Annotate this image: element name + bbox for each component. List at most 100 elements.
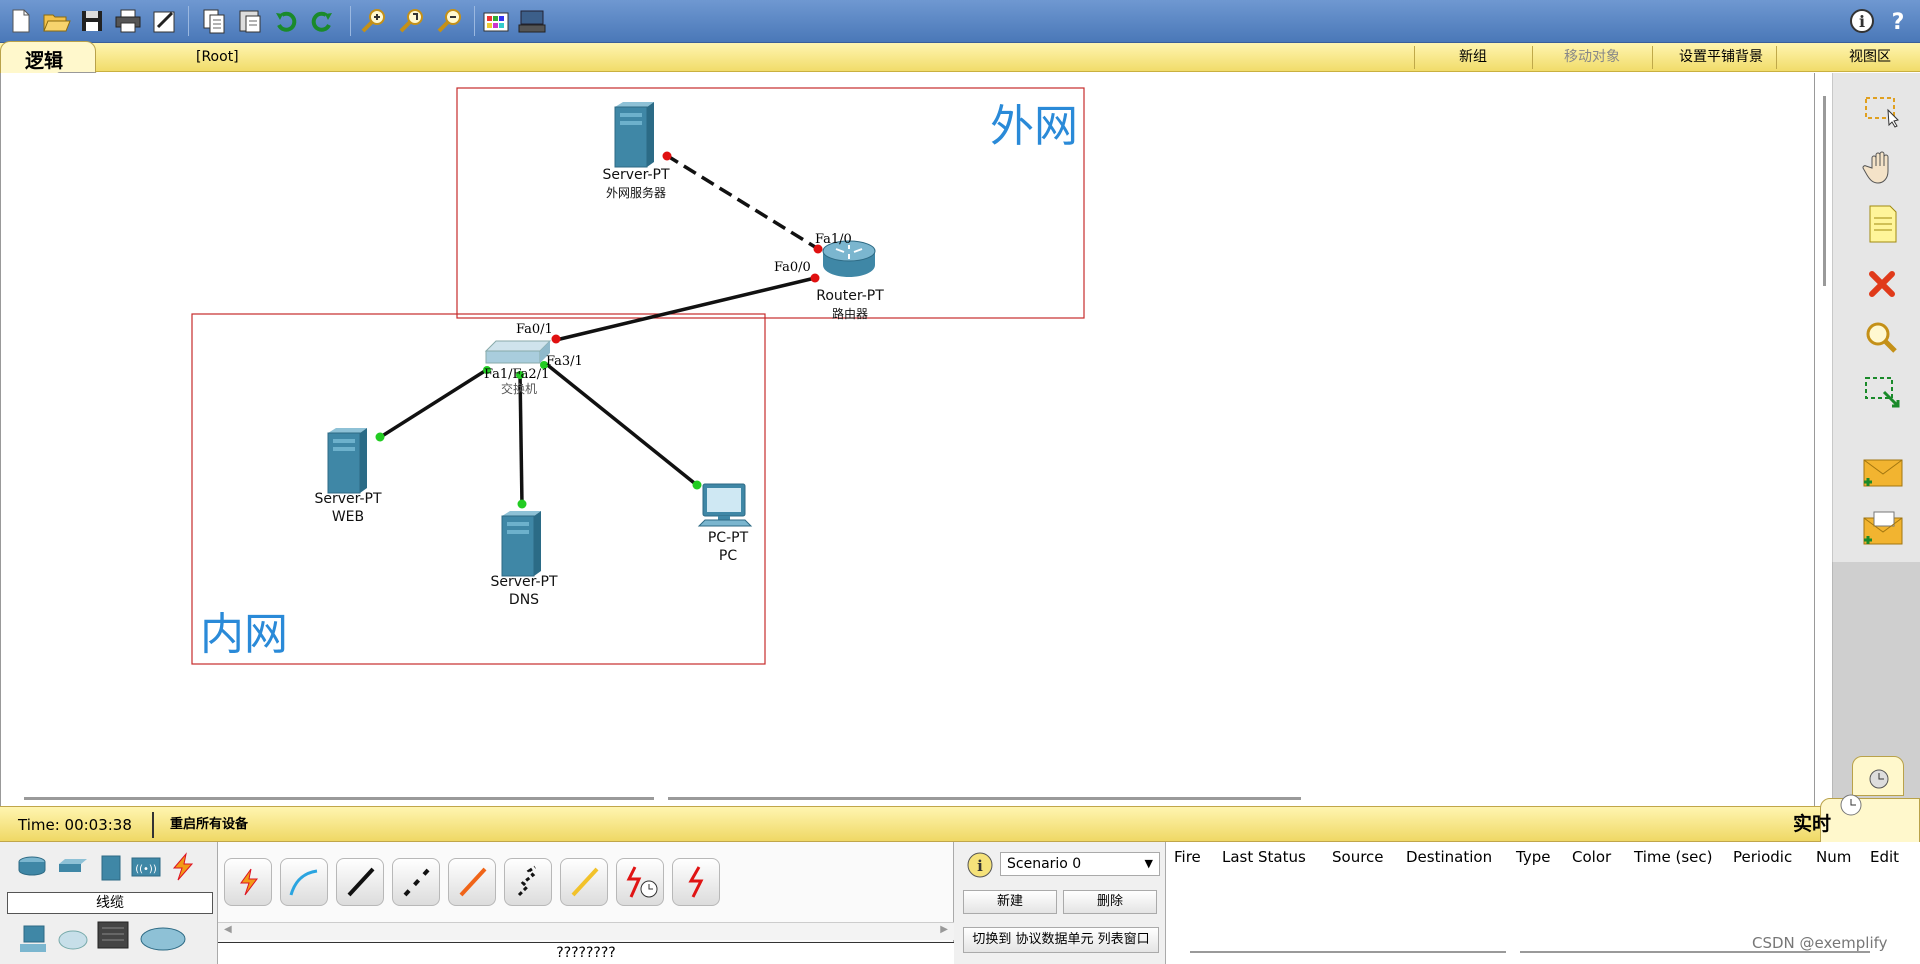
save-icon[interactable] bbox=[76, 5, 108, 37]
console-cable-icon[interactable] bbox=[280, 858, 328, 906]
print-icon[interactable] bbox=[112, 5, 144, 37]
note-icon[interactable] bbox=[1858, 202, 1906, 246]
connection-category-icon[interactable] bbox=[166, 852, 200, 882]
server-outer-type: Server-PT bbox=[602, 167, 670, 183]
pdu-scrollbar[interactable] bbox=[1190, 951, 1506, 953]
zone-inner-label: 内网 bbox=[200, 609, 288, 660]
pdu-col-num: Num bbox=[1816, 848, 1852, 866]
crossover-cable-icon[interactable] bbox=[392, 858, 440, 906]
realtime-tab[interactable] bbox=[1820, 794, 1920, 844]
multiuser-icon[interactable] bbox=[138, 922, 188, 956]
logical-tab-label: 逻辑 bbox=[25, 50, 64, 72]
svg-text:?: ? bbox=[1892, 10, 1905, 35]
router-name: 路由器 bbox=[831, 307, 868, 321]
wireless-category-icon[interactable]: ((•)) bbox=[128, 852, 164, 882]
switch-name: 交换机 bbox=[500, 382, 537, 396]
straight-cable-icon[interactable] bbox=[336, 858, 384, 906]
pdu-col-periodic: Periodic bbox=[1733, 848, 1793, 866]
wizard-icon[interactable] bbox=[148, 5, 180, 37]
link-light bbox=[517, 499, 527, 509]
zoom-in-icon[interactable] bbox=[358, 5, 390, 37]
server-web-type: Server-PT bbox=[314, 491, 382, 507]
link-light bbox=[662, 151, 672, 161]
auto-cable-icon[interactable] bbox=[224, 858, 272, 906]
custom-device-category-icon[interactable] bbox=[94, 918, 134, 958]
time-display: Time: 00:03:38 bbox=[18, 816, 132, 834]
pc-type: PC-PT bbox=[707, 530, 749, 546]
simple-pdu-icon[interactable] bbox=[1858, 452, 1906, 496]
coaxial-cable-icon[interactable] bbox=[560, 858, 608, 906]
chevron-down-icon: ▼ bbox=[1144, 857, 1153, 870]
end-device-icon[interactable] bbox=[16, 922, 50, 956]
pdu-col-fire: Fire bbox=[1174, 848, 1201, 866]
delete-icon[interactable] bbox=[1858, 262, 1906, 306]
server-web-name: WEB bbox=[331, 509, 365, 525]
port-label-fa00: Fa0/0 bbox=[774, 260, 811, 275]
hub-category-icon[interactable] bbox=[94, 852, 126, 882]
move-object-button[interactable]: 移动对象 bbox=[1552, 43, 1632, 72]
serial-dte-icon[interactable] bbox=[672, 858, 720, 906]
switch-category-icon[interactable] bbox=[56, 852, 88, 882]
vertical-scrollbar[interactable] bbox=[1823, 96, 1826, 286]
link-light bbox=[375, 432, 385, 442]
custom-device-icon[interactable] bbox=[516, 5, 548, 37]
copy-icon[interactable] bbox=[198, 5, 230, 37]
new-scenario-button[interactable]: 新建 bbox=[963, 890, 1057, 914]
undo-icon[interactable] bbox=[270, 5, 302, 37]
server-dns-type: Server-PT bbox=[490, 574, 558, 590]
hand-icon[interactable] bbox=[1858, 146, 1906, 190]
scenario-select[interactable]: Scenario 0 ▼ bbox=[1000, 852, 1160, 876]
fiber-cable-icon[interactable] bbox=[448, 858, 496, 906]
delete-scenario-button[interactable]: 删除 bbox=[1063, 890, 1157, 914]
help-icon[interactable]: ? bbox=[1882, 5, 1914, 37]
serial-dce-icon[interactable] bbox=[616, 858, 664, 906]
server-outer-name: 外网服务器 bbox=[605, 186, 666, 200]
info-icon[interactable]: i bbox=[1846, 5, 1878, 37]
link-light bbox=[551, 334, 561, 344]
zoom-out-icon[interactable] bbox=[434, 5, 466, 37]
pdu-col-type: Type bbox=[1516, 848, 1551, 866]
workspace-path: [Root] bbox=[196, 49, 239, 65]
pdu-col-color: Color bbox=[1572, 848, 1612, 866]
redo-icon[interactable] bbox=[306, 5, 338, 37]
svg-text:((•)): ((•)) bbox=[135, 864, 157, 875]
toggle-pdu-list-button[interactable]: 切换到 协议数据单元 列表窗口 bbox=[963, 927, 1159, 953]
realtime-label: 实时 bbox=[1793, 813, 1832, 835]
link-switch-web bbox=[378, 367, 489, 440]
viewport-button[interactable]: 视图区 bbox=[1840, 43, 1900, 72]
router-category-icon[interactable] bbox=[16, 852, 48, 882]
router-type: Router-PT bbox=[816, 288, 884, 304]
power-cycle-button[interactable]: 重启所有设备 bbox=[170, 807, 248, 843]
paste-icon[interactable] bbox=[234, 5, 266, 37]
palette-icon[interactable] bbox=[480, 5, 512, 37]
link-switch-pc bbox=[543, 361, 700, 488]
pc-icon bbox=[697, 483, 753, 527]
scenario-info-icon[interactable]: i bbox=[966, 851, 994, 879]
set-background-button[interactable]: 设置平铺背景 bbox=[1666, 43, 1776, 72]
server-outer-icon bbox=[614, 102, 654, 168]
device-list-scrollbar[interactable]: ◀ ▶ bbox=[218, 922, 954, 940]
pdu-col-last-status: Last Status bbox=[1222, 848, 1306, 866]
workspace-bar: [Root] 新组 移动对象 设置平铺背景 视图区 bbox=[0, 43, 1920, 72]
link-server-router bbox=[665, 153, 821, 252]
port-label-fa01: Fa0/1 bbox=[516, 322, 553, 337]
network-topology bbox=[191, 87, 1085, 665]
zoom-reset-icon[interactable] bbox=[396, 5, 428, 37]
selected-device-label: ???????? bbox=[218, 942, 954, 964]
complex-pdu-icon[interactable] bbox=[1858, 508, 1906, 552]
port-label-fa31: Fa3/1 bbox=[546, 354, 583, 369]
pdu-col-time: Time (sec) bbox=[1634, 848, 1713, 866]
port-label-fa10: Fa1/0 bbox=[815, 232, 852, 247]
new-cluster-button[interactable]: 新组 bbox=[1438, 43, 1508, 72]
new-icon[interactable] bbox=[4, 5, 36, 37]
pc-name: PC bbox=[718, 548, 738, 564]
cloud-icon[interactable] bbox=[56, 922, 90, 956]
resize-icon[interactable] bbox=[1858, 370, 1906, 414]
select-icon[interactable] bbox=[1858, 90, 1906, 134]
inspect-icon[interactable] bbox=[1858, 316, 1906, 360]
pdu-col-edit: Edit bbox=[1870, 848, 1900, 866]
open-icon[interactable] bbox=[40, 5, 72, 37]
category-label: 线缆 bbox=[7, 892, 213, 914]
link-router-switch bbox=[555, 276, 816, 342]
phone-cable-icon[interactable] bbox=[504, 858, 552, 906]
